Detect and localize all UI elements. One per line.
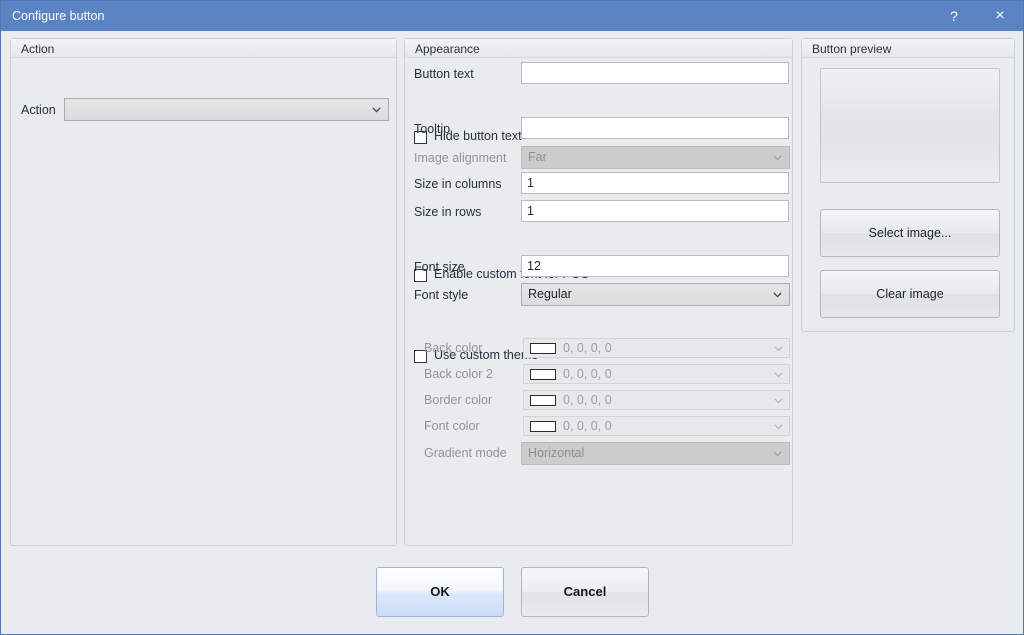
size-in-rows-label: Size in rows xyxy=(414,205,481,219)
action-label: Action xyxy=(21,103,56,117)
button-preview-area xyxy=(820,68,1000,183)
cancel-button[interactable]: Cancel xyxy=(521,567,649,617)
appearance-panel-header: Appearance xyxy=(405,39,792,58)
select-image-label: Select image... xyxy=(869,226,952,240)
ok-button[interactable]: OK xyxy=(376,567,504,617)
configure-button-dialog: Configure button ? × Action Action Appea… xyxy=(0,0,1024,635)
border-color-picker: 0, 0, 0, 0 xyxy=(523,390,790,410)
font-size-input[interactable] xyxy=(521,255,789,277)
font-color-value: 0, 0, 0, 0 xyxy=(563,419,612,433)
color-swatch xyxy=(530,421,556,432)
button-preview-panel-title: Button preview xyxy=(812,42,891,56)
color-swatch xyxy=(530,369,556,380)
back-color-picker: 0, 0, 0, 0 xyxy=(523,338,790,358)
close-icon[interactable]: × xyxy=(977,1,1023,31)
color-swatch xyxy=(530,395,556,406)
chevron-down-icon xyxy=(773,292,782,298)
cancel-label: Cancel xyxy=(564,584,607,599)
select-image-button[interactable]: Select image... xyxy=(820,209,1000,257)
appearance-panel: Appearance Button text Hide button text … xyxy=(404,38,793,546)
gradient-mode-combobox: Horizontal xyxy=(521,442,790,465)
close-label: × xyxy=(995,7,1004,24)
chevron-down-icon xyxy=(372,107,381,113)
font-color-label: Font color xyxy=(424,419,480,433)
image-alignment-label: Image alignment xyxy=(414,151,506,165)
font-style-label: Font style xyxy=(414,288,468,302)
action-panel-title: Action xyxy=(21,42,54,56)
chevron-down-icon xyxy=(774,424,783,430)
button-preview-panel: Button preview Select image... Clear ima… xyxy=(801,38,1015,332)
gradient-mode-value: Horizontal xyxy=(528,446,584,460)
ok-label: OK xyxy=(430,584,450,599)
button-preview-panel-header: Button preview xyxy=(802,39,1014,58)
chevron-down-icon xyxy=(774,346,783,352)
button-text-label: Button text xyxy=(414,67,474,81)
chevron-down-icon xyxy=(774,372,783,378)
font-style-value: Regular xyxy=(528,287,572,301)
image-alignment-combobox: Far xyxy=(521,146,790,169)
image-alignment-value: Far xyxy=(528,150,547,164)
size-in-columns-input[interactable] xyxy=(521,172,789,194)
back-color2-value: 0, 0, 0, 0 xyxy=(563,367,612,381)
size-in-rows-input[interactable] xyxy=(521,200,789,222)
clear-image-label: Clear image xyxy=(876,287,943,301)
chevron-down-icon xyxy=(774,398,783,404)
button-text-input[interactable] xyxy=(521,62,789,84)
size-in-columns-label: Size in columns xyxy=(414,177,502,191)
border-color-value: 0, 0, 0, 0 xyxy=(563,393,612,407)
font-size-label: Font size xyxy=(414,260,465,274)
chevron-down-icon xyxy=(773,451,782,457)
color-swatch xyxy=(530,343,556,354)
back-color2-label: Back color 2 xyxy=(424,367,493,381)
border-color-label: Border color xyxy=(424,393,492,407)
back-color-value: 0, 0, 0, 0 xyxy=(563,341,612,355)
tooltip-label: Tooltip xyxy=(414,122,450,136)
back-color2-picker: 0, 0, 0, 0 xyxy=(523,364,790,384)
font-color-picker: 0, 0, 0, 0 xyxy=(523,416,790,436)
action-panel-header: Action xyxy=(11,39,396,58)
window-title: Configure button xyxy=(12,9,104,23)
title-bar: Configure button ? × xyxy=(1,1,1023,31)
action-combobox[interactable] xyxy=(64,98,389,121)
back-color-label: Back color xyxy=(424,341,482,355)
font-style-combobox[interactable]: Regular xyxy=(521,283,790,306)
help-label: ? xyxy=(950,8,958,24)
gradient-mode-label: Gradient mode xyxy=(424,446,507,460)
appearance-panel-title: Appearance xyxy=(415,42,480,56)
help-icon[interactable]: ? xyxy=(931,1,977,31)
chevron-down-icon xyxy=(773,155,782,161)
tooltip-input[interactable] xyxy=(521,117,789,139)
clear-image-button[interactable]: Clear image xyxy=(820,270,1000,318)
action-panel: Action Action xyxy=(10,38,397,546)
